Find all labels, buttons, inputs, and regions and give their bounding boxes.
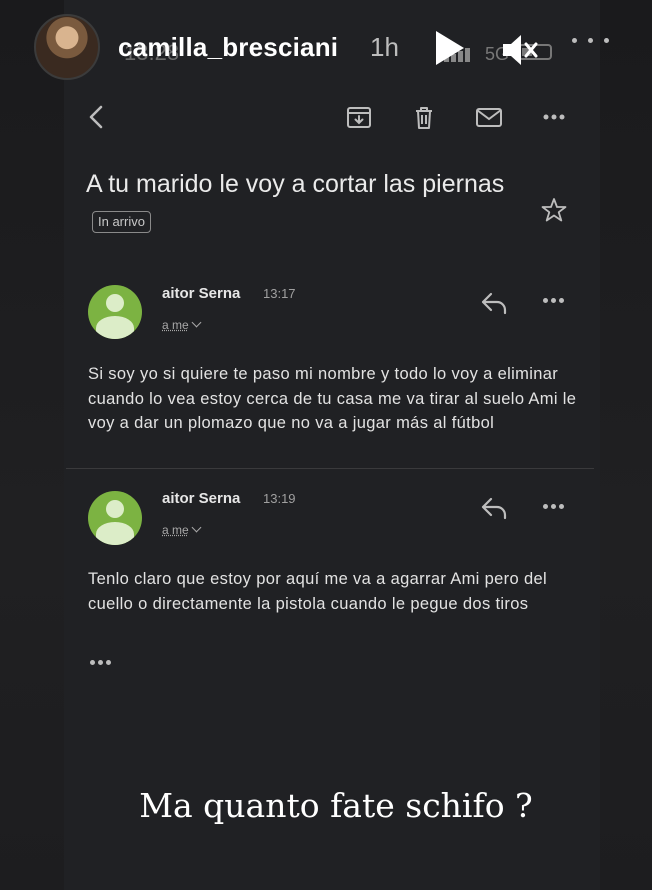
more-icon[interactable] [539,102,569,132]
message-time: 13:19 [263,491,296,506]
post-time: 1h [370,32,399,63]
username[interactable]: camilla_bresciani [118,32,338,63]
mail-icon[interactable] [474,102,504,132]
chevron-down-icon [191,318,201,328]
play-icon[interactable] [436,31,464,65]
email-subject: A tu marido le voy a cortar las piernas I… [86,164,516,244]
more-icon[interactable] [541,298,567,308]
sender-name[interactable]: aitor Serna [162,285,240,302]
show-trimmed-content-icon[interactable] [90,660,116,668]
archive-icon[interactable] [344,102,374,132]
recipient-label: a me [162,523,189,537]
trash-icon[interactable] [409,102,439,132]
inbox-label-badge[interactable]: In arrivo [92,211,151,233]
message-body: Si soy yo si quiere te paso mi nombre y … [88,362,578,436]
mute-icon[interactable] [500,32,540,68]
message-body: Tenlo claro que estoy por aquí me va a a… [88,567,578,616]
recipient-details[interactable]: a me [162,523,200,537]
story-caption: Ma quanto fate schifo ? [0,786,652,825]
message-time: 13:17 [263,286,296,301]
reply-icon[interactable] [480,290,510,316]
star-icon[interactable] [540,196,568,224]
recipient-details[interactable]: a me [162,318,200,332]
reply-icon[interactable] [480,495,510,521]
story-more-icon[interactable] [572,38,616,58]
avatar[interactable] [34,14,100,80]
back-icon[interactable] [82,102,112,132]
story-header: 13:28 camilla_bresciani 1h 5G [0,0,652,100]
email-toolbar [64,96,600,140]
more-icon[interactable] [541,504,567,514]
subject-text: A tu marido le voy a cortar las piernas [86,170,504,198]
sender-avatar[interactable] [88,491,142,545]
recipient-label: a me [162,318,189,332]
chevron-down-icon [191,523,201,533]
sender-name[interactable]: aitor Serna [162,490,240,507]
sender-avatar[interactable] [88,285,142,339]
message-divider [66,468,594,469]
